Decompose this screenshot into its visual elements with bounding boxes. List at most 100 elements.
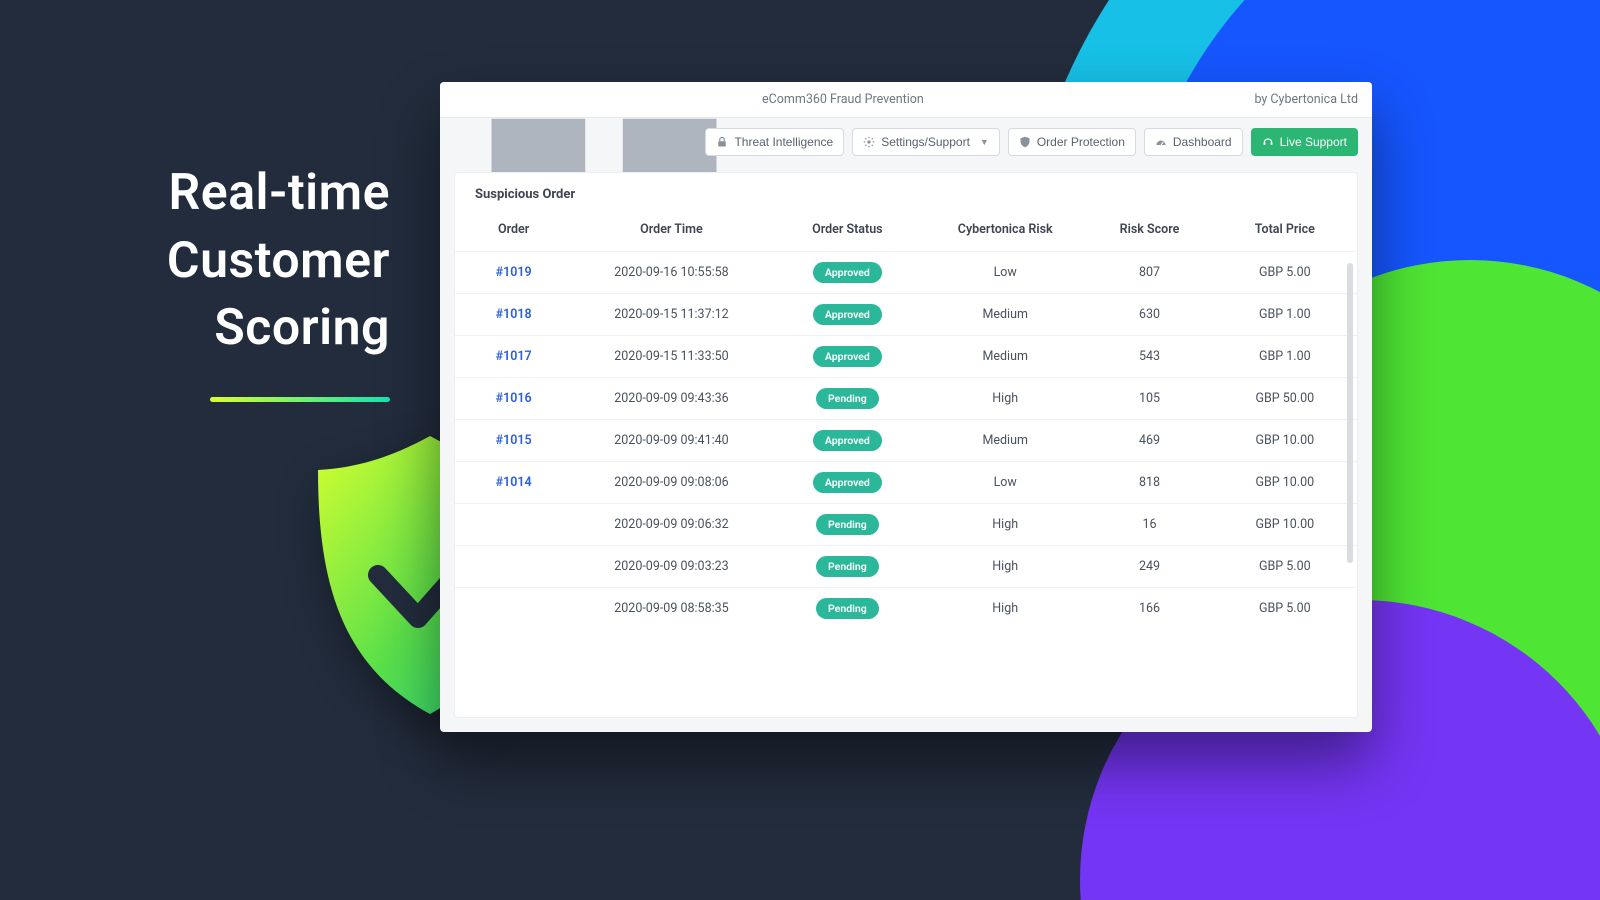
- threat-intelligence-button[interactable]: Threat Intelligence: [705, 128, 844, 156]
- cell-order-status: Pending: [771, 378, 924, 420]
- cell-score: 249: [1086, 546, 1212, 588]
- col-price[interactable]: Total Price: [1213, 212, 1357, 252]
- cell-order-status: Pending: [771, 504, 924, 546]
- cell-order-status: Pending: [771, 546, 924, 588]
- cell-order-time: 2020-09-09 09:03:23: [572, 546, 770, 588]
- settings-support-label: Settings/Support: [881, 135, 970, 149]
- cell-order-id: #1014: [455, 462, 572, 504]
- toolbar: Threat Intelligence Settings/Support ▼ O…: [440, 118, 1372, 156]
- cell-price: GBP 10.00: [1213, 420, 1357, 462]
- order-link[interactable]: #1014: [496, 475, 532, 490]
- cell-risk: Medium: [924, 336, 1086, 378]
- order-protection-button[interactable]: Order Protection: [1008, 128, 1136, 156]
- cell-risk: Medium: [924, 294, 1086, 336]
- order-link[interactable]: #1015: [496, 433, 532, 448]
- table-row[interactable]: #1019 2020-09-16 10:55:58 Approved Low807GB…: [455, 252, 1357, 294]
- cell-order-time: 2020-09-09 09:08:06: [572, 462, 770, 504]
- table-row[interactable]: 2020-09-09 08:58:35PendingHigh166GBP 5.0…: [455, 588, 1357, 630]
- hero-line-2: Customer: [167, 232, 390, 290]
- cell-order-time: 2020-09-09 09:43:36: [572, 378, 770, 420]
- cell-order-time: 2020-09-09 08:58:35: [572, 588, 770, 630]
- scrollbar[interactable]: [1347, 263, 1353, 563]
- suspicious-order-panel: Suspicious Order Order Order Time Order …: [454, 172, 1358, 718]
- cell-price: GBP 1.00: [1213, 294, 1357, 336]
- hero-line-1: Real-time: [169, 164, 390, 222]
- lock-icon: [716, 136, 728, 148]
- cell-score: 16: [1086, 504, 1212, 546]
- table-row[interactable]: #10152020-09-09 09:41:40ApprovedMedium46…: [455, 420, 1357, 462]
- cell-order-id: #1017: [455, 336, 572, 378]
- table-row[interactable]: #1017 2020-09-15 11:33:50ApprovedMedium54…: [455, 336, 1357, 378]
- cell-order-id: #1018: [455, 294, 572, 336]
- table-row[interactable]: 2020-09-09 09:06:32PendingHigh16GBP 10.0…: [455, 504, 1357, 546]
- cell-order-status: Approved: [771, 336, 924, 378]
- live-support-button[interactable]: Live Support: [1251, 128, 1358, 156]
- orders-table: Order Order Time Order Status Cybertonic…: [455, 212, 1357, 629]
- order-link[interactable]: #1019: [496, 265, 532, 280]
- dashboard-label: Dashboard: [1173, 135, 1232, 149]
- cell-price: GBP 5.00: [1213, 252, 1357, 294]
- status-badge: Approved: [813, 304, 882, 325]
- col-risk[interactable]: Cybertonica Risk: [924, 212, 1086, 252]
- cell-order-status: Pending: [771, 588, 924, 630]
- cell-order-id: [455, 588, 572, 630]
- cell-price: GBP 10.00: [1213, 462, 1357, 504]
- table-row[interactable]: #1016 2020-09-09 09:43:36PendingHigh105GB…: [455, 378, 1357, 420]
- col-status[interactable]: Order Status: [771, 212, 924, 252]
- threat-intelligence-label: Threat Intelligence: [734, 135, 833, 149]
- order-link[interactable]: #1016: [496, 391, 532, 406]
- table-row[interactable]: #10142020-09-09 09:08:06ApprovedLow818GB…: [455, 462, 1357, 504]
- cell-order-id: [455, 504, 572, 546]
- cell-score: 166: [1086, 588, 1212, 630]
- col-time[interactable]: Order Time: [572, 212, 770, 252]
- cell-risk: High: [924, 378, 1086, 420]
- live-support-label: Live Support: [1280, 135, 1347, 149]
- cell-score: 543: [1086, 336, 1212, 378]
- status-badge: Approved: [813, 472, 882, 493]
- order-link[interactable]: #1017: [496, 349, 532, 364]
- cell-order-id: #1015: [455, 420, 572, 462]
- hero-block: Real-time Customer Scoring: [140, 160, 390, 402]
- cell-price: GBP 50.00: [1213, 378, 1357, 420]
- cell-order-time: 2020-09-15 11:33:50: [572, 336, 770, 378]
- gear-icon: [863, 136, 875, 148]
- orders-table-wrap[interactable]: Order Order Time Order Status Cybertonic…: [455, 212, 1357, 717]
- shield-icon: [1019, 136, 1031, 148]
- order-link[interactable]: #1018: [496, 307, 532, 322]
- cell-order-id: [455, 546, 572, 588]
- panel-title: Suspicious Order: [455, 173, 1357, 212]
- cell-price: GBP 1.00: [1213, 336, 1357, 378]
- window-title: eComm360 Fraud Prevention: [762, 92, 924, 107]
- cell-risk: High: [924, 504, 1086, 546]
- status-badge: Pending: [816, 556, 879, 577]
- hero-underline: [210, 397, 390, 402]
- cell-order-status: Approved: [771, 252, 924, 294]
- cell-score: 105: [1086, 378, 1212, 420]
- col-score[interactable]: Risk Score: [1086, 212, 1212, 252]
- hero-title: Real-time Customer Scoring: [140, 160, 390, 363]
- status-badge: Approved: [813, 262, 882, 283]
- cell-score: 807: [1086, 252, 1212, 294]
- cell-order-time: 2020-09-16 10:55:58: [572, 252, 770, 294]
- cell-price: GBP 5.00: [1213, 546, 1357, 588]
- cell-price: GBP 5.00: [1213, 588, 1357, 630]
- status-badge: Pending: [816, 598, 879, 619]
- settings-support-button[interactable]: Settings/Support ▼: [852, 128, 1000, 156]
- cell-order-status: Approved: [771, 420, 924, 462]
- cell-order-status: Approved: [771, 462, 924, 504]
- cell-risk: Low: [924, 252, 1086, 294]
- gauge-icon: [1155, 136, 1167, 148]
- cell-order-status: Approved: [771, 294, 924, 336]
- col-order[interactable]: Order: [455, 212, 572, 252]
- table-row[interactable]: #10182020-09-15 11:37:12ApprovedMedium63…: [455, 294, 1357, 336]
- order-protection-label: Order Protection: [1037, 135, 1125, 149]
- window-vendor: by Cybertonica Ltd: [1254, 92, 1358, 107]
- hero-line-3: Scoring: [214, 299, 390, 357]
- cell-order-id: #1016: [455, 378, 572, 420]
- dashboard-button[interactable]: Dashboard: [1144, 128, 1243, 156]
- table-row[interactable]: 2020-09-09 09:03:23PendingHigh249GBP 5.0…: [455, 546, 1357, 588]
- cell-score: 469: [1086, 420, 1212, 462]
- cell-order-time: 2020-09-09 09:41:40: [572, 420, 770, 462]
- status-badge: Pending: [816, 514, 879, 535]
- cell-order-id: #1019: [455, 252, 572, 294]
